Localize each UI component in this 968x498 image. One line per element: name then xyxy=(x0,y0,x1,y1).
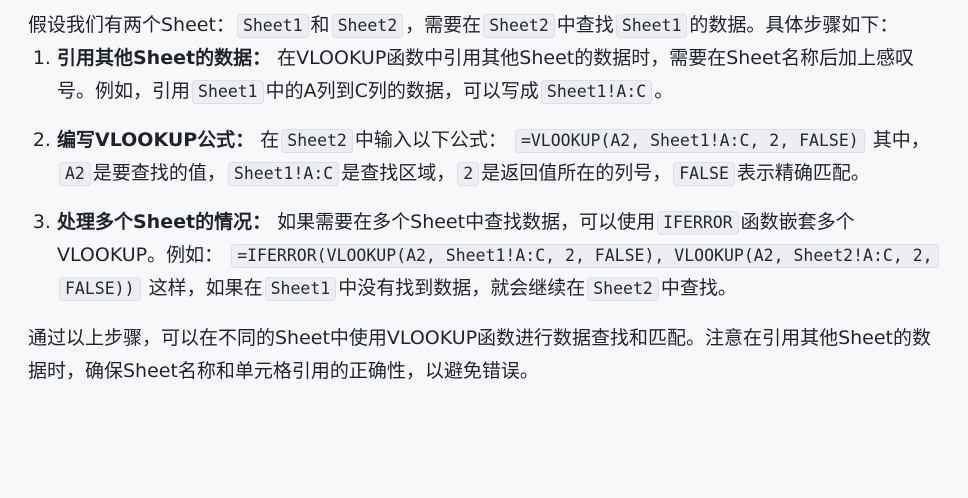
step-text: 中输入以下公式： xyxy=(354,129,507,151)
step-title: 编写VLOOKUP公式 xyxy=(57,129,236,151)
inline-code: Sheet2 xyxy=(281,129,353,153)
inline-code: Sheet1!A:C xyxy=(540,80,653,104)
step-title-colon: ： xyxy=(252,211,272,233)
steps-list: 引用其他Sheet的数据： 在VLOOKUP函数中引用其他Sheet的数据时，需… xyxy=(28,42,948,305)
inline-code: Sheet1 xyxy=(615,14,688,38)
step-text: 是返回值所在的列号， xyxy=(481,162,672,184)
intro-text: 和 xyxy=(310,14,330,36)
inline-code: Sheet2 xyxy=(331,14,404,38)
step-text: 是要查找的值， xyxy=(92,162,226,184)
step-title: 处理多个Sheet的情况 xyxy=(57,211,253,233)
summary-paragraph: 通过以上步骤，可以在不同的Sheet中使用VLOOKUP函数进行数据查找和匹配。… xyxy=(28,327,931,382)
inline-code: Sheet2 xyxy=(587,277,659,301)
intro-text: 假设我们有两个Sheet： xyxy=(28,14,235,36)
step-item-write-formula: 编写VLOOKUP公式： 在Sheet2中输入以下公式： =VLOOKUP(A2… xyxy=(57,124,948,190)
inline-code: Sheet1 xyxy=(264,277,337,301)
step-text: 。 xyxy=(654,80,674,102)
inline-code: Sheet1 xyxy=(236,14,309,38)
step-text: 这样，如果在 xyxy=(148,277,263,299)
step-item-multiple-sheets: 处理多个Sheet的情况： 如果需要在多个Sheet中查找数据，可以使用IFER… xyxy=(57,206,948,305)
step-title-colon: ： xyxy=(235,129,255,151)
intro-paragraph: 假设我们有两个Sheet： Sheet1 和 Sheet2 ，需要在 Sheet2 中查找 S… xyxy=(28,9,948,42)
intro-text: ，需要在 xyxy=(405,14,482,36)
intro-text: 的数据。具体步骤如下： xyxy=(689,14,899,36)
inline-code: Sheet2 xyxy=(483,14,555,38)
step-title: 引用其他Sheet的数据 xyxy=(57,47,253,69)
inline-code: A2 xyxy=(59,162,91,186)
step-text: 中没有找到数据，就会继续在 xyxy=(338,277,586,299)
inline-code: 2 xyxy=(457,162,480,186)
formula-code: =VLOOKUP(A2, Sheet1!A:C, 2, FALSE) xyxy=(514,129,865,153)
inline-code: FALSE xyxy=(673,162,735,186)
answer-content: 假设我们有两个Sheet： Sheet1 和 Sheet2 ，需要在 Sheet2 中查找 S… xyxy=(28,9,948,388)
step-text: 中的A列到C列的数据，可以写成 xyxy=(265,80,539,102)
step-text: 是查找区域， xyxy=(341,162,456,184)
inline-code: Sheet1 xyxy=(192,80,264,104)
step-text: 如果需要在多个Sheet中查找数据，可以使用 xyxy=(277,211,656,233)
intro-text: 中查找 xyxy=(556,14,614,36)
inline-code: Sheet1!A:C xyxy=(227,162,340,186)
step-text: 中查找。 xyxy=(660,277,737,299)
step-text: 在 xyxy=(260,129,280,151)
step-text: 其中， xyxy=(872,129,930,151)
step-item-reference-other-sheet: 引用其他Sheet的数据： 在VLOOKUP函数中引用其他Sheet的数据时，需… xyxy=(57,42,948,108)
step-text: 表示精确匹配。 xyxy=(736,162,870,184)
step-title-colon: ： xyxy=(252,47,272,69)
inline-code: IFERROR xyxy=(657,211,739,235)
